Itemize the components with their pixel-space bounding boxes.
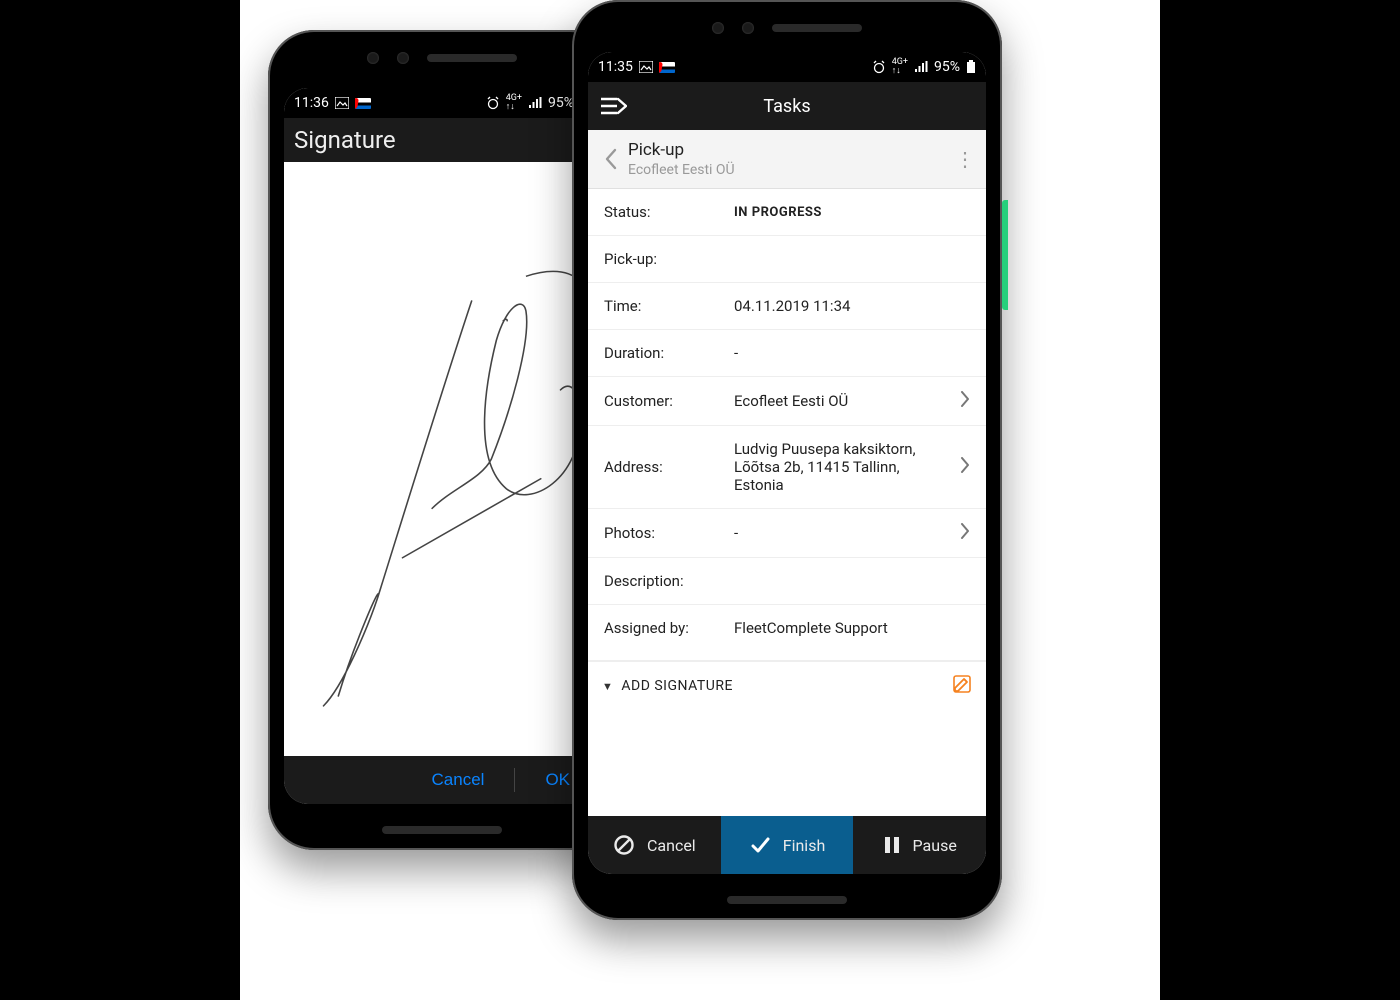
network-4g-icon: 4G+↑↓: [892, 58, 908, 76]
finish-task-label: Finish: [783, 836, 826, 855]
value-photos: -: [734, 524, 952, 542]
signature-stroke: [284, 162, 600, 756]
caret-down-icon: ▼: [602, 680, 613, 693]
finish-task-button[interactable]: Finish: [721, 816, 854, 874]
flag-icon: [355, 98, 371, 109]
task-subtitle: Ecofleet Eesti OÜ: [628, 162, 950, 178]
chevron-right-icon: [960, 523, 970, 543]
status-battery: 95%: [548, 95, 574, 111]
pause-task-label: Pause: [913, 836, 957, 855]
edit-icon[interactable]: [952, 674, 972, 698]
menu-toggle-icon[interactable]: [594, 96, 634, 116]
row-photos[interactable]: Photos: -: [588, 509, 986, 558]
chevron-right-icon: [960, 391, 970, 411]
status-bar: 11:35 4G+↑↓ 95%: [588, 52, 986, 82]
signal-icon: [914, 61, 928, 73]
label-time: Time:: [604, 297, 734, 315]
stage: 11:36 4G+↑↓ 95%: [240, 0, 1160, 1000]
row-customer[interactable]: Customer: Ecofleet Eesti OÜ: [588, 377, 986, 426]
cancel-icon: [613, 834, 635, 856]
add-signature-row[interactable]: ▼ ADD SIGNATURE: [588, 661, 986, 710]
value-customer: Ecofleet Eesti OÜ: [734, 392, 952, 410]
status-battery: 95%: [934, 59, 960, 75]
label-description: Description:: [604, 572, 734, 590]
row-time: Time: 04.11.2019 11:34: [588, 283, 986, 330]
gallery-icon: [335, 97, 349, 109]
pause-task-button[interactable]: Pause: [853, 816, 986, 874]
phone-chin: [382, 826, 502, 834]
signature-canvas[interactable]: [284, 162, 600, 756]
flag-icon: [659, 62, 675, 73]
phone-chin: [727, 896, 847, 904]
value-status: IN PROGRESS: [734, 205, 970, 220]
alarm-icon: [486, 96, 500, 110]
cancel-task-label: Cancel: [647, 836, 696, 855]
page-title-text: Signature: [294, 126, 396, 154]
label-address: Address:: [604, 458, 734, 476]
edge-indicator: [1002, 200, 1008, 310]
add-signature-label: ADD SIGNATURE: [621, 678, 733, 694]
chevron-right-icon: [960, 457, 970, 477]
screen-signature: 11:36 4G+↑↓ 95%: [284, 88, 600, 804]
status-time: 11:35: [598, 59, 633, 75]
row-description: Description:: [588, 558, 986, 605]
label-assigned: Assigned by:: [604, 619, 734, 637]
row-duration: Duration: -: [588, 330, 986, 377]
battery-icon: [966, 60, 976, 74]
back-button[interactable]: [594, 148, 628, 170]
signal-icon: [528, 97, 542, 109]
row-assigned: Assigned by: FleetComplete Support: [588, 605, 986, 651]
task-title: Pick-up: [628, 140, 950, 160]
phone-sensors: [712, 22, 862, 34]
status-bar: 11:36 4G+↑↓ 95%: [284, 88, 600, 118]
signature-actions: Cancel OK: [284, 756, 600, 804]
label-duration: Duration:: [604, 344, 734, 362]
pause-icon: [883, 835, 901, 855]
cancel-button[interactable]: Cancel: [402, 756, 515, 804]
section-gap: [588, 651, 986, 661]
label-photos: Photos:: [604, 524, 734, 542]
task-subheader: Pick-up Ecofleet Eesti OÜ ⋮: [588, 130, 986, 189]
phone-signature: 11:36 4G+↑↓ 95%: [268, 30, 616, 850]
screen-tasks: 11:35 4G+↑↓ 95%: [588, 52, 986, 874]
status-time: 11:36: [294, 95, 329, 111]
value-time: 04.11.2019 11:34: [734, 297, 970, 315]
label-pickup: Pick-up:: [604, 250, 734, 268]
row-status: Status: IN PROGRESS: [588, 189, 986, 236]
appbar-title: Tasks: [634, 96, 980, 117]
alarm-icon: [872, 60, 886, 74]
overflow-menu-icon[interactable]: ⋮: [950, 147, 980, 171]
row-address[interactable]: Address: Ludvig Puusepa kaksiktorn, Lõõt…: [588, 426, 986, 509]
network-4g-icon: 4G+↑↓: [506, 94, 522, 112]
row-pickup: Pick-up:: [588, 236, 986, 283]
label-customer: Customer:: [604, 392, 734, 410]
check-icon: [749, 834, 771, 856]
value-address: Ludvig Puusepa kaksiktorn, Lõõtsa 2b, 11…: [734, 440, 952, 494]
task-detail-list: Status: IN PROGRESS Pick-up: Time: 04.11…: [588, 189, 986, 816]
phone-tasks: 11:35 4G+↑↓ 95%: [572, 0, 1002, 920]
task-footer: Cancel Finish Pause: [588, 816, 986, 874]
label-status: Status:: [604, 203, 734, 221]
gallery-icon: [639, 61, 653, 73]
cancel-task-button[interactable]: Cancel: [588, 816, 721, 874]
phone-sensors: [367, 52, 517, 64]
value-assigned: FleetComplete Support: [734, 619, 970, 637]
page-title: Signature: [284, 118, 600, 162]
app-bar: Tasks: [588, 82, 986, 130]
value-duration: -: [734, 344, 970, 362]
